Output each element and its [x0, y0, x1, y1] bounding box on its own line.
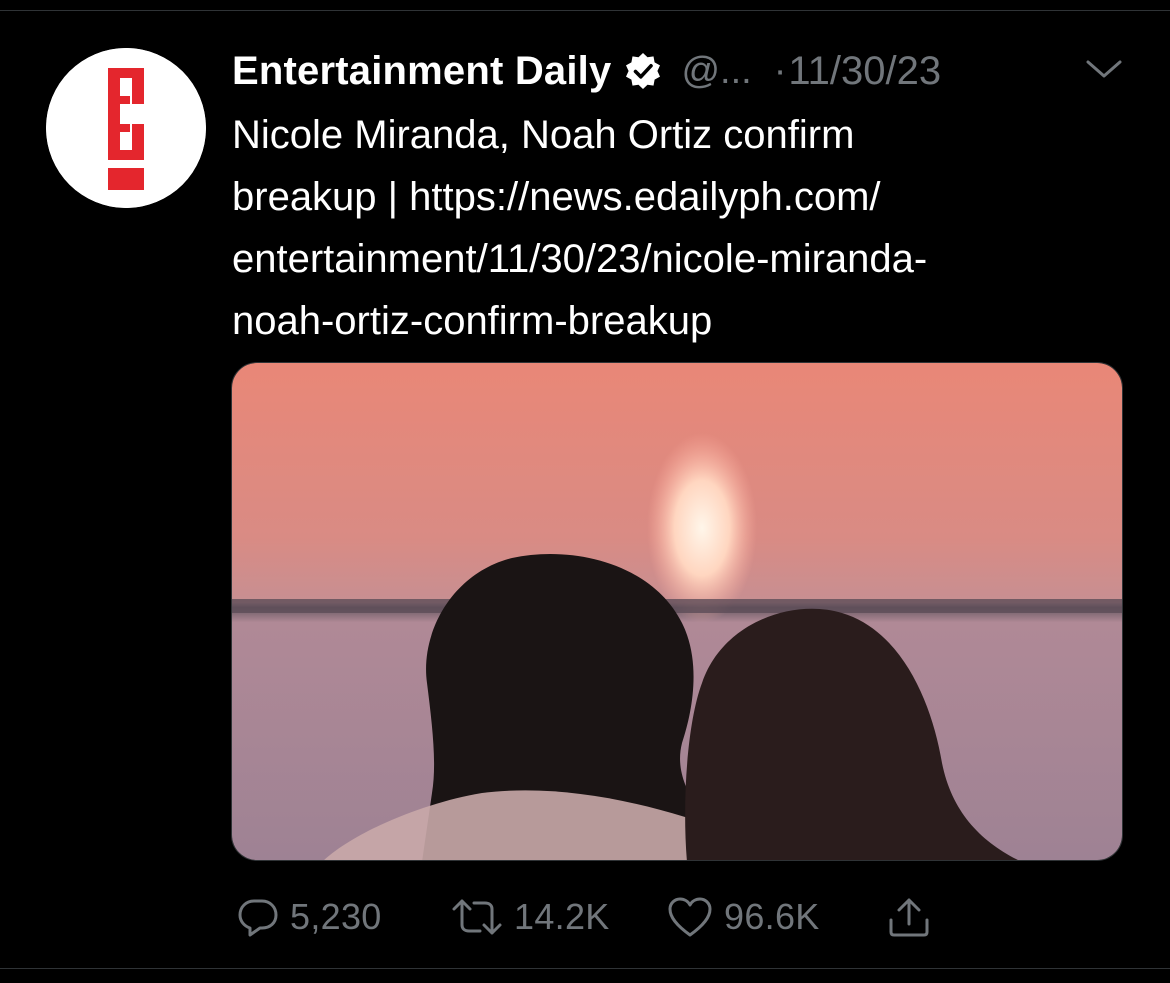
tweet-text-line[interactable]: entertainment/11/30/23/nicole-miranda- — [232, 228, 1112, 290]
tweet-text-line: Nicole Miranda, Noah Ortiz confirm — [232, 113, 855, 157]
avatar[interactable] — [46, 48, 206, 208]
retweet-icon — [452, 899, 502, 935]
sunset-couple-photo — [232, 363, 1122, 860]
tweet-actions-bar: 5,230 14.2K 96.6K — [236, 892, 1136, 942]
tweet-text-line[interactable]: noah-ortiz-confirm-breakup — [232, 290, 1112, 352]
reply-count: 5,230 — [290, 896, 382, 937]
e-exclamation-logo-icon — [46, 48, 206, 208]
top-divider — [0, 10, 1170, 11]
tweet-media-image[interactable] — [231, 362, 1123, 861]
handle[interactable]: @... — [681, 50, 751, 93]
reply-button[interactable]: 5,230 — [236, 892, 382, 942]
separator-dot: · — [773, 49, 787, 92]
heart-icon — [668, 897, 712, 937]
tweet-text: Nicole Miranda, Noah Ortiz confirm break… — [232, 104, 1112, 352]
share-upload-icon — [889, 898, 929, 937]
reply-bubble-icon — [238, 899, 278, 937]
like-count: 96.6K — [724, 896, 820, 937]
share-button[interactable] — [886, 892, 942, 942]
bottom-divider — [0, 968, 1170, 969]
tweet-header: Entertainment Daily @... · 11/30/23 — [232, 46, 1132, 96]
retweet-button[interactable]: 14.2K — [450, 892, 610, 942]
like-button[interactable]: 96.6K — [666, 892, 820, 942]
tweet-text-line[interactable]: breakup | https://news.edailyph.com/ — [232, 166, 1112, 228]
timestamp[interactable]: 11/30/23 — [788, 49, 941, 94]
verified-badge-icon — [623, 51, 663, 91]
more-options-chevron-down-icon[interactable] — [1084, 56, 1124, 84]
display-name[interactable]: Entertainment Daily — [232, 49, 611, 94]
retweet-count: 14.2K — [514, 896, 610, 937]
